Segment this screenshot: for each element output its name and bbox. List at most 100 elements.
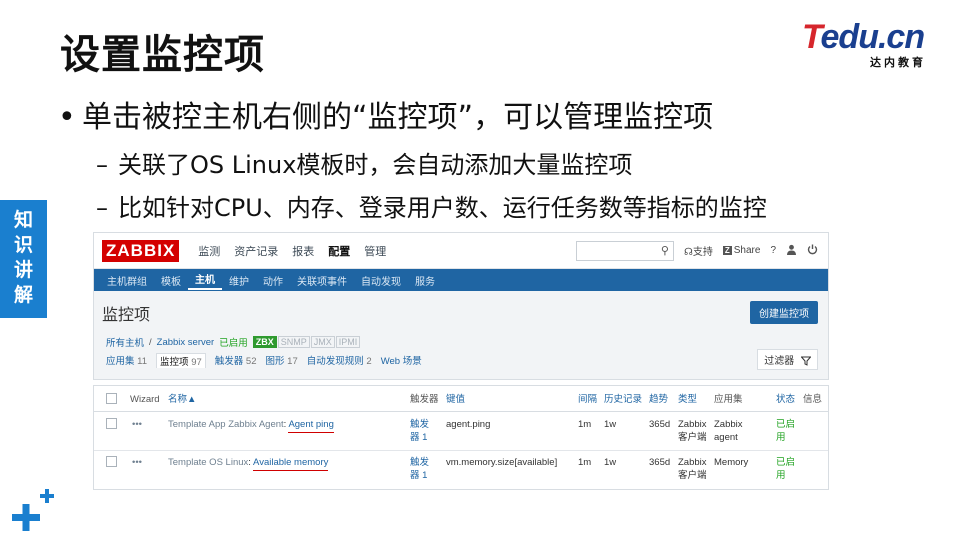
top-nav-monitoring[interactable]: 监测 — [191, 243, 227, 259]
zabbix-top-nav: 监测 资产记录 报表 配置 管理 — [191, 243, 393, 259]
tab-applications[interactable]: 应用集 11 — [106, 353, 147, 368]
item-name-link[interactable]: Available memory — [253, 457, 329, 471]
tab-label: 应用集 — [106, 356, 135, 367]
search-icon[interactable]: ⚲ — [661, 244, 669, 257]
bullet-main: • 单击被控主机右侧的“监控项”，可以管理监控项 — [58, 92, 713, 136]
type-line-2: 客户端 — [678, 432, 707, 443]
type-line-2: 客户端 — [678, 470, 707, 481]
app-line-1: Zabbix — [714, 419, 743, 430]
header-interval[interactable]: 间隔 — [578, 393, 597, 406]
header-key[interactable]: 键值 — [446, 393, 465, 406]
tag-snmp: SNMP — [277, 336, 310, 348]
breadcrumb-all-hosts[interactable]: 所有主机 — [106, 335, 144, 349]
tag-zbx: ZBX — [252, 336, 277, 348]
sub-nav-host-groups[interactable]: 主机群组 — [100, 273, 154, 288]
sub-nav-actions[interactable]: 动作 — [256, 273, 290, 288]
tab-web-scenarios[interactable]: Web 场景 — [381, 353, 422, 368]
tab-count: 97 — [191, 357, 202, 368]
sub-nav-hosts[interactable]: 主机 — [188, 271, 222, 290]
top-nav-configuration[interactable]: 配置 — [321, 243, 357, 259]
side-tag-char: 解 — [13, 284, 33, 306]
history-cell: 1w — [604, 419, 617, 430]
tab-count: 11 — [137, 356, 148, 367]
trends-cell: 365d — [649, 457, 671, 468]
logo-subtitle: 达内教育 — [870, 56, 926, 69]
triggers-line-1: 触发 — [410, 457, 430, 468]
status-toggle[interactable]: 已启用 — [776, 456, 795, 482]
items-table-screenshot: Wizard 名称▲ 触发器 键值 间隔 历史记录 趋势 类型 应用集 状态 信… — [93, 385, 829, 490]
tab-graphs[interactable]: 图形 17 — [266, 353, 298, 368]
history-cell: 1w — [604, 457, 617, 468]
tab-triggers[interactable]: 触发器 52 — [215, 353, 257, 368]
header-status[interactable]: 状态 — [776, 393, 795, 406]
item-name-cell: Template OS Linux: Available memory — [168, 456, 329, 471]
sub-bullet-1: – 关联了OS Linux模板时，会自动添加大量监控项 — [96, 145, 632, 180]
page-title: 监控项 — [102, 307, 151, 324]
header-type[interactable]: 类型 — [678, 393, 697, 406]
zabbix-header-screenshot: ZABBIX 监测 资产记录 报表 配置 管理 ⚲ ☊支持 Z Share ? 主… — [93, 232, 829, 380]
status-toggle[interactable]: 已启用 — [776, 418, 795, 444]
zabbix-logo[interactable]: ZABBIX — [102, 239, 180, 262]
sub-nav-templates[interactable]: 模板 — [154, 273, 188, 288]
header-trends[interactable]: 趋势 — [649, 393, 668, 406]
top-nav-reports[interactable]: 报表 — [285, 243, 321, 259]
power-icon[interactable] — [807, 244, 818, 258]
application-cell: Zabbix agent — [714, 418, 743, 444]
name-separator: : — [248, 457, 251, 468]
key-cell: agent.ping — [446, 419, 491, 430]
row-checkbox[interactable] — [106, 418, 117, 429]
logo-text: Tedu.cn — [802, 20, 932, 54]
table-row: ••• Template App Zabbix Agent: Agent pin… — [94, 413, 828, 451]
application-cell: Memory — [714, 456, 748, 469]
sub-nav-event-correlation[interactable]: 关联项事件 — [290, 273, 354, 288]
app-line-2: agent — [714, 432, 738, 443]
host-status-badge[interactable]: 已启用 — [219, 335, 248, 349]
tab-label: 自动发现规则 — [306, 356, 364, 367]
table-header: Wizard 名称▲ 触发器 键值 间隔 历史记录 趋势 类型 应用集 状态 信… — [94, 386, 828, 412]
headset-icon: ☊ — [683, 247, 693, 258]
tab-label: 触发器 — [214, 356, 244, 367]
row-menu-button[interactable]: ••• — [132, 418, 142, 431]
tedu-logo: Tedu.cn 达内教育 — [802, 20, 932, 69]
select-all-checkbox[interactable] — [106, 393, 117, 404]
sub-nav-services[interactable]: 服务 — [408, 273, 442, 288]
template-link[interactable]: Template App Zabbix Agent — [168, 419, 284, 430]
logo-rest: edu.cn — [820, 18, 926, 56]
header-info: 信息 — [803, 394, 823, 405]
header-history[interactable]: 历史记录 — [604, 393, 642, 406]
top-nav-administration[interactable]: 管理 — [357, 243, 393, 259]
triggers-line-1: 触发 — [410, 419, 430, 430]
key-cell: vm.memory.size[available] — [446, 457, 558, 468]
triggers-link[interactable]: 触发器 1 — [410, 456, 429, 482]
tab-count: 2 — [366, 356, 372, 367]
header-name[interactable]: 名称▲ — [168, 393, 196, 406]
filter-button[interactable]: 过滤器 — [757, 349, 818, 370]
tab-discovery-rules[interactable]: 自动发现规则 2 — [307, 353, 372, 368]
dash-icon: – — [96, 194, 108, 222]
template-link[interactable]: Template OS Linux — [168, 457, 248, 468]
triggers-link[interactable]: 触发器 1 — [410, 418, 429, 444]
sub-nav-discovery[interactable]: 自动发现 — [354, 273, 408, 288]
support-link[interactable]: ☊支持 — [684, 243, 713, 258]
bullet-text: 单击被控主机右侧的“监控项”，可以管理监控项 — [82, 100, 714, 135]
sub-nav-maintenance[interactable]: 维护 — [222, 273, 256, 288]
sub-bullet-2: – 比如针对CPU、内存、登录用户数、运行任务数等指标的监控 — [96, 188, 767, 223]
search-input[interactable]: ⚲ — [575, 240, 674, 261]
type-cell: Zabbix 客户端 — [678, 456, 707, 482]
plus-decoration-icon — [12, 489, 54, 531]
help-button[interactable]: ? — [770, 245, 776, 256]
user-icon[interactable] — [786, 244, 797, 258]
interval-cell: 1m — [578, 419, 592, 430]
share-link[interactable]: Z Share — [722, 245, 761, 256]
tab-label: Web 场景 — [380, 356, 422, 367]
row-menu-button[interactable]: ••• — [132, 456, 142, 469]
zabbix-top-right: ☊支持 Z Share ? — [684, 243, 828, 258]
create-item-button[interactable]: 创建监控项 — [750, 301, 818, 324]
item-name-link[interactable]: Agent ping — [288, 419, 334, 433]
share-label: Share — [733, 245, 761, 256]
tag-jmx: JMX — [310, 336, 335, 348]
top-nav-inventory[interactable]: 资产记录 — [227, 243, 285, 259]
row-checkbox[interactable] — [106, 456, 117, 467]
breadcrumb-host[interactable]: Zabbix server — [157, 337, 215, 348]
tab-items[interactable]: 监控项 97 — [156, 353, 206, 368]
